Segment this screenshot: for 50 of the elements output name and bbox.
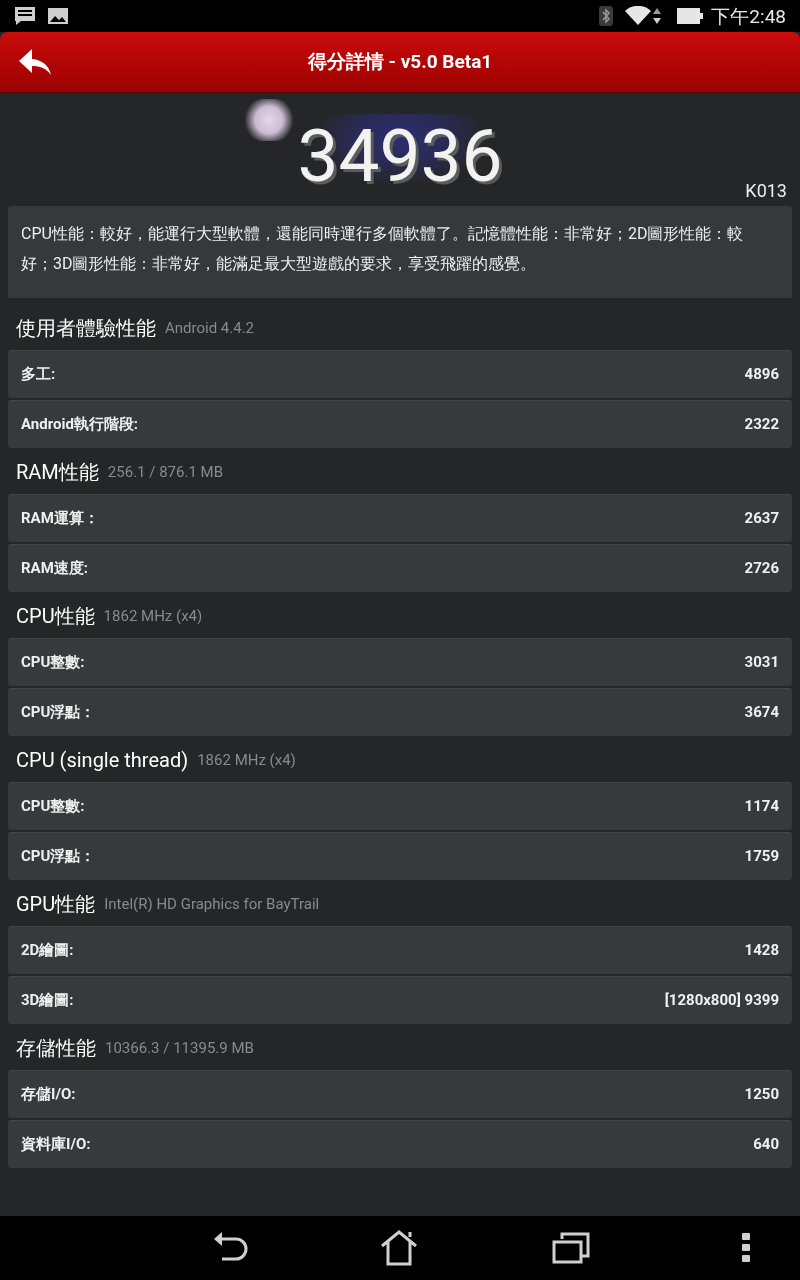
row-label: 資料庫I/O:	[21, 1134, 91, 1156]
row-label: RAM運算：	[21, 508, 99, 530]
image-icon	[47, 7, 69, 25]
wifi-icon	[625, 6, 652, 26]
row-label: CPU浮點：	[21, 702, 96, 724]
row-value: 2322	[744, 414, 779, 436]
section-title: CPU性能	[16, 606, 95, 626]
section-subtitle: Intel(R) HD Graphics for BayTrail	[104, 896, 320, 912]
row-value: 1759	[744, 846, 779, 868]
status-time: 下午2:48	[711, 6, 786, 26]
row-label: CPU整數:	[21, 796, 85, 818]
row-label: CPU整數:	[21, 652, 85, 674]
row-value: 1250	[744, 1084, 779, 1106]
row-value: 3674	[744, 702, 779, 724]
section-subtitle: 1862 MHz (x4)	[103, 608, 203, 624]
page-title: 得分詳情 - v5.0 Beta1	[307, 48, 493, 75]
bluetooth-icon	[599, 6, 614, 26]
data-arrows-icon	[653, 8, 662, 24]
row-value: 2637	[744, 508, 779, 530]
row-label: CPU浮點：	[21, 846, 96, 868]
row-label: RAM速度:	[21, 558, 89, 580]
row-label: Android執行階段:	[21, 414, 139, 436]
section-title: 存儲性能	[16, 1038, 96, 1058]
section-title: CPU (single thread)	[16, 750, 189, 770]
section-subtitle: 256.1 / 876.1 MB	[107, 464, 223, 480]
message-icon	[14, 6, 36, 26]
row-value: 640	[753, 1134, 779, 1156]
row-value: 4896	[744, 364, 779, 386]
section-subtitle: 1862 MHz (x4)	[197, 752, 296, 768]
row-value: 1428	[744, 940, 779, 962]
recents-icon	[552, 1232, 590, 1264]
section-title: 使用者體驗性能	[16, 318, 156, 338]
row-label: 3D繪圖:	[21, 990, 74, 1012]
section-subtitle: Android 4.4.2	[165, 320, 255, 336]
section-title: GPU性能	[16, 894, 96, 914]
row-value: 2726	[744, 558, 779, 580]
row-value: [1280x800] 9399	[664, 990, 779, 1012]
more-options-icon	[741, 1233, 751, 1263]
section-subtitle: 10366.3 / 11395.9 MB	[105, 1040, 254, 1056]
row-label: 多工:	[21, 364, 56, 386]
row-value: 1174	[744, 796, 779, 818]
device-model: K013	[745, 182, 787, 200]
battery-icon	[677, 8, 704, 24]
section-title: RAM性能	[16, 462, 99, 482]
row-label: 存儲I/O:	[21, 1084, 76, 1106]
home-icon	[380, 1230, 418, 1266]
summary-text: CPU性能：較好，能運行大型軟體，還能同時運行多個軟體了。記憶體性能：非常好；2D圖形性能：較好；3D圖形性能：非常好，能滿足最大型遊戲的要求，享受飛躍的感覺。	[8, 206, 792, 298]
row-label: 2D繪圖:	[21, 940, 74, 962]
back-arrow-icon	[19, 49, 51, 75]
row-value: 3031	[744, 652, 779, 674]
